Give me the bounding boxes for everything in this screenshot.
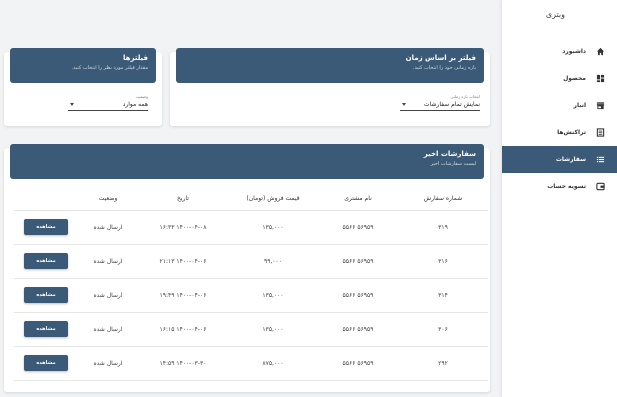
customer-name: ۵۶۹۵۹ ۵۵۶۶ <box>318 210 398 245</box>
customer-name: ۵۶۹۵۹ ۵۵۶۶ <box>318 312 398 347</box>
time-filter-header: فیلتر بر اساس زمان بازه زمانی خود را انت… <box>176 48 484 83</box>
date: ۱۴۰۰-۰۴-۰۶ ۲۱:۱۳ <box>138 244 228 279</box>
orders-table: شماره سفارش نام مشتری قیمت فروش (تومان) … <box>14 188 488 381</box>
col-action <box>14 188 78 211</box>
table-header-row: شماره سفارش نام مشتری قیمت فروش (تومان) … <box>14 188 488 211</box>
customer-name: ۵۶۹۵۹ ۵۵۶۶ <box>318 244 398 279</box>
sidebar: وبتری داشبورد محصول انبار تراکنش‌ها سفار… <box>502 0 617 397</box>
sidebar-item-orders[interactable]: سفارشات <box>502 146 617 173</box>
sidebar-item-warehouse[interactable]: انبار <box>502 92 617 119</box>
sidebar-item-product[interactable]: محصول <box>502 65 617 92</box>
chevron-down-icon <box>70 103 74 106</box>
time-filter-card: فیلتر بر اساس زمان بازه زمانی خود را انت… <box>170 48 490 126</box>
order-id: ۳۱۹ <box>398 210 488 245</box>
col-order-number: شماره سفارش <box>398 188 488 211</box>
col-price: قیمت فروش (تومان) <box>228 188 318 211</box>
table-row: ۳۰۶ ۵۶۹۵۹ ۵۵۶۶ ۱۳۵,۰۰۰ ۱۴۰۰-۰۴-۰۶ ۱۶:۱۵ … <box>14 312 488 347</box>
date: ۱۴۰۰-۰۴-۰۶ ۱۶:۱۵ <box>138 312 228 347</box>
customer-name: ۵۶۹۵۹ ۵۵۶۶ <box>318 278 398 313</box>
view-button[interactable]: مشاهده <box>24 355 68 371</box>
order-id: ۳۰۶ <box>398 312 488 347</box>
table-row: ۳۱۹ ۵۶۹۵۹ ۵۵۶۶ ۱۳۵,۰۰۰ ۱۴۰۰-۰۴-۰۸ ۱۶:۳۳ … <box>14 210 488 245</box>
status: ارسال شده <box>78 278 138 313</box>
col-status: وضعیت <box>78 188 138 211</box>
time-filter-title: فیلتر بر اساس زمان <box>405 54 476 62</box>
dashboard-icon <box>596 74 605 83</box>
store-icon <box>596 101 605 110</box>
date: ۱۴۰۰-۰۳-۳۰ ۱۴:۵۹ <box>138 346 228 381</box>
price: ۸۷۵,۰۰۰ <box>228 346 318 381</box>
receipt-icon <box>596 128 605 137</box>
time-range-value: نمایش تمام سفارشات <box>423 101 480 108</box>
order-id: ۳۱۶ <box>398 244 488 279</box>
orders-subtitle: لیست سفارشات اخیر <box>430 161 476 167</box>
status: ارسال شده <box>78 244 138 279</box>
view-button[interactable]: مشاهده <box>24 253 68 269</box>
date: ۱۴۰۰-۰۴-۰۶ ۱۹:۴۹ <box>138 278 228 313</box>
price: ۱۳۵,۰۰۰ <box>228 278 318 313</box>
table-row: ۳۱۶ ۵۶۹۵۹ ۵۵۶۶ ۹۹,۰۰۰ ۱۴۰۰-۰۴-۰۶ ۲۱:۱۳ ا… <box>14 244 488 279</box>
col-date: تاریخ <box>138 188 228 211</box>
col-customer: نام مشتری <box>318 188 398 211</box>
order-id: ۲۹۲ <box>398 346 488 381</box>
status: ارسال شده <box>78 210 138 245</box>
order-id: ۳۱۴ <box>398 278 488 313</box>
price: ۱۳۵,۰۰۰ <box>228 210 318 245</box>
status-value: همه موارد <box>122 101 148 108</box>
filters-card: فیلترها مقدار فیلتر مورد نظر را انتخاب ک… <box>4 48 162 126</box>
view-button[interactable]: مشاهده <box>24 321 68 337</box>
wallet-icon <box>596 182 605 191</box>
date: ۱۴۰۰-۰۴-۰۸ ۱۶:۳۳ <box>138 210 228 245</box>
table-row: ۳۱۴ ۵۶۹۵۹ ۵۵۶۶ ۱۳۵,۰۰۰ ۱۴۰۰-۰۴-۰۶ ۱۹:۴۹ … <box>14 278 488 313</box>
status-select[interactable]: وضعیت همه موارد <box>68 94 148 111</box>
filters-header: فیلترها مقدار فیلتر مورد نظر را انتخاب ک… <box>10 48 156 83</box>
view-button[interactable]: مشاهده <box>24 287 68 303</box>
status-label: وضعیت <box>135 94 148 99</box>
view-button[interactable]: مشاهده <box>24 219 68 235</box>
time-range-label: انتخاب بازه زمانی <box>450 94 480 99</box>
home-icon <box>596 47 605 56</box>
chevron-down-icon <box>402 103 406 106</box>
status: ارسال شده <box>78 346 138 381</box>
time-filter-subtitle: بازه زمانی خود را انتخاب کنید. <box>412 65 476 71</box>
table-row: ۲۹۲ ۵۶۹۵۹ ۵۵۶۶ ۸۷۵,۰۰۰ ۱۴۰۰-۰۳-۳۰ ۱۴:۵۹ … <box>14 346 488 381</box>
list-icon <box>596 155 605 164</box>
sidebar-item-transactions[interactable]: تراکنش‌ها <box>502 119 617 146</box>
sidebar-nav: داشبورد محصول انبار تراکنش‌ها سفارشات تس… <box>502 38 617 200</box>
orders-title: سفارشات اخیر <box>423 150 476 158</box>
sidebar-item-dashboard[interactable]: داشبورد <box>502 38 617 65</box>
filters-title: فیلترها <box>123 54 148 62</box>
price: ۱۳۵,۰۰۰ <box>228 312 318 347</box>
price: ۹۹,۰۰۰ <box>228 244 318 279</box>
sidebar-item-settlement[interactable]: تسویه حساب <box>502 173 617 200</box>
brand-logo: وبتری <box>545 10 565 19</box>
filters-subtitle: مقدار فیلتر مورد نظر را انتخاب کنید. <box>71 65 148 71</box>
customer-name: ۵۶۹۵۹ ۵۵۶۶ <box>318 346 398 381</box>
status: ارسال شده <box>78 312 138 347</box>
orders-header: سفارشات اخیر لیست سفارشات اخیر <box>10 144 484 179</box>
time-range-select[interactable]: انتخاب بازه زمانی نمایش تمام سفارشات <box>400 94 480 111</box>
